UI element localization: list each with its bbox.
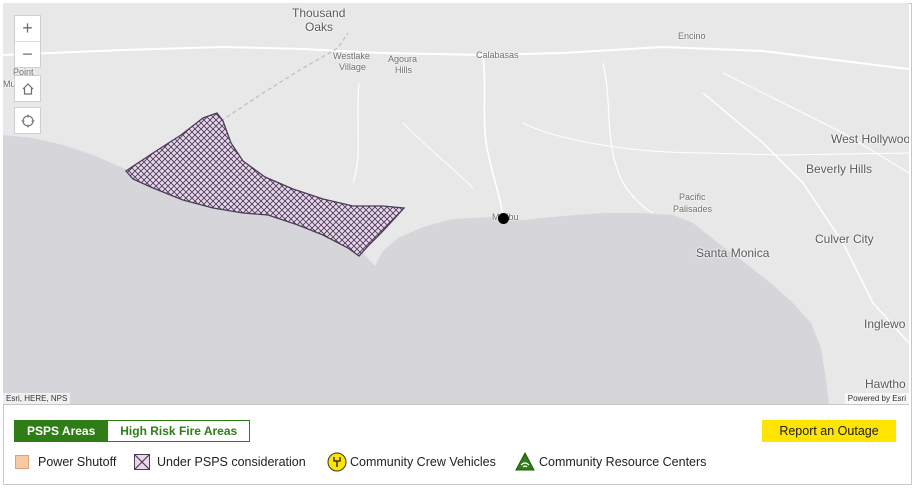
label-hawthorne: Hawtho: [865, 377, 906, 391]
zoom-out-button[interactable]: −: [15, 41, 40, 67]
label-pacific-palisades-line2: Palisades: [673, 204, 713, 214]
powered-by[interactable]: Powered by Esri: [844, 393, 909, 404]
basemap: [3, 3, 909, 404]
legend-power-shutoff-label: Power Shutoff: [38, 455, 117, 469]
label-thousand-oaks: Thousand: [292, 6, 346, 20]
label-thousand-oaks-line2: Oaks: [305, 20, 334, 34]
zoom-in-button[interactable]: +: [15, 16, 40, 41]
label-encino: Encino: [678, 31, 706, 41]
label-agoura: Agoura: [388, 54, 418, 64]
legend-under-psps: Under PSPS consideration: [134, 451, 306, 473]
crew-vehicle-icon: [327, 452, 347, 472]
power-shutoff-swatch: [15, 455, 29, 469]
tab-high-risk-fire-areas[interactable]: High Risk Fire Areas: [107, 421, 250, 441]
label-culver-city: Culver City: [815, 232, 874, 246]
label-west-hollywood: West Hollywood: [831, 132, 909, 146]
layer-tabs: PSPS Areas High Risk Fire Areas: [14, 420, 251, 442]
label-pacific-palisades: Pacific: [679, 192, 706, 202]
tab-psps-areas[interactable]: PSPS Areas: [15, 421, 108, 441]
map-view[interactable]: Thousand Oaks Westlake Village Agoura Hi…: [3, 3, 909, 405]
label-westlake-line2: Village: [339, 62, 366, 72]
legend-resource-centers: Community Resource Centers: [515, 451, 706, 473]
zoom-controls: + −: [14, 15, 41, 68]
crosshair-icon: [21, 114, 34, 127]
legend-power-shutoff: Power Shutoff: [15, 451, 116, 473]
location-marker[interactable]: [498, 213, 509, 224]
label-beverly-hills: Beverly Hills: [806, 162, 873, 176]
label-santa-monica: Santa Monica: [696, 246, 770, 260]
resource-center-icon: [515, 452, 535, 471]
legend-crew-vehicles: Community Crew Vehicles: [327, 451, 496, 473]
label-inglewood: Inglewo: [864, 317, 906, 331]
psps-hatch-swatch: [134, 454, 150, 470]
attribution: Esri, HERE, NPS: [3, 393, 71, 404]
locate-button[interactable]: [14, 107, 41, 134]
legend-under-psps-label: Under PSPS consideration: [157, 455, 306, 469]
home-button[interactable]: [14, 75, 41, 102]
label-calabasas: Calabasas: [476, 50, 519, 60]
report-outage-button[interactable]: Report an Outage: [762, 420, 896, 442]
home-icon: [22, 82, 33, 95]
label-westlake: Westlake: [333, 51, 370, 61]
legend-crew-vehicles-label: Community Crew Vehicles: [350, 455, 496, 469]
label-agoura-line2: Hills: [395, 65, 412, 75]
legend-resource-centers-label: Community Resource Centers: [539, 455, 707, 469]
